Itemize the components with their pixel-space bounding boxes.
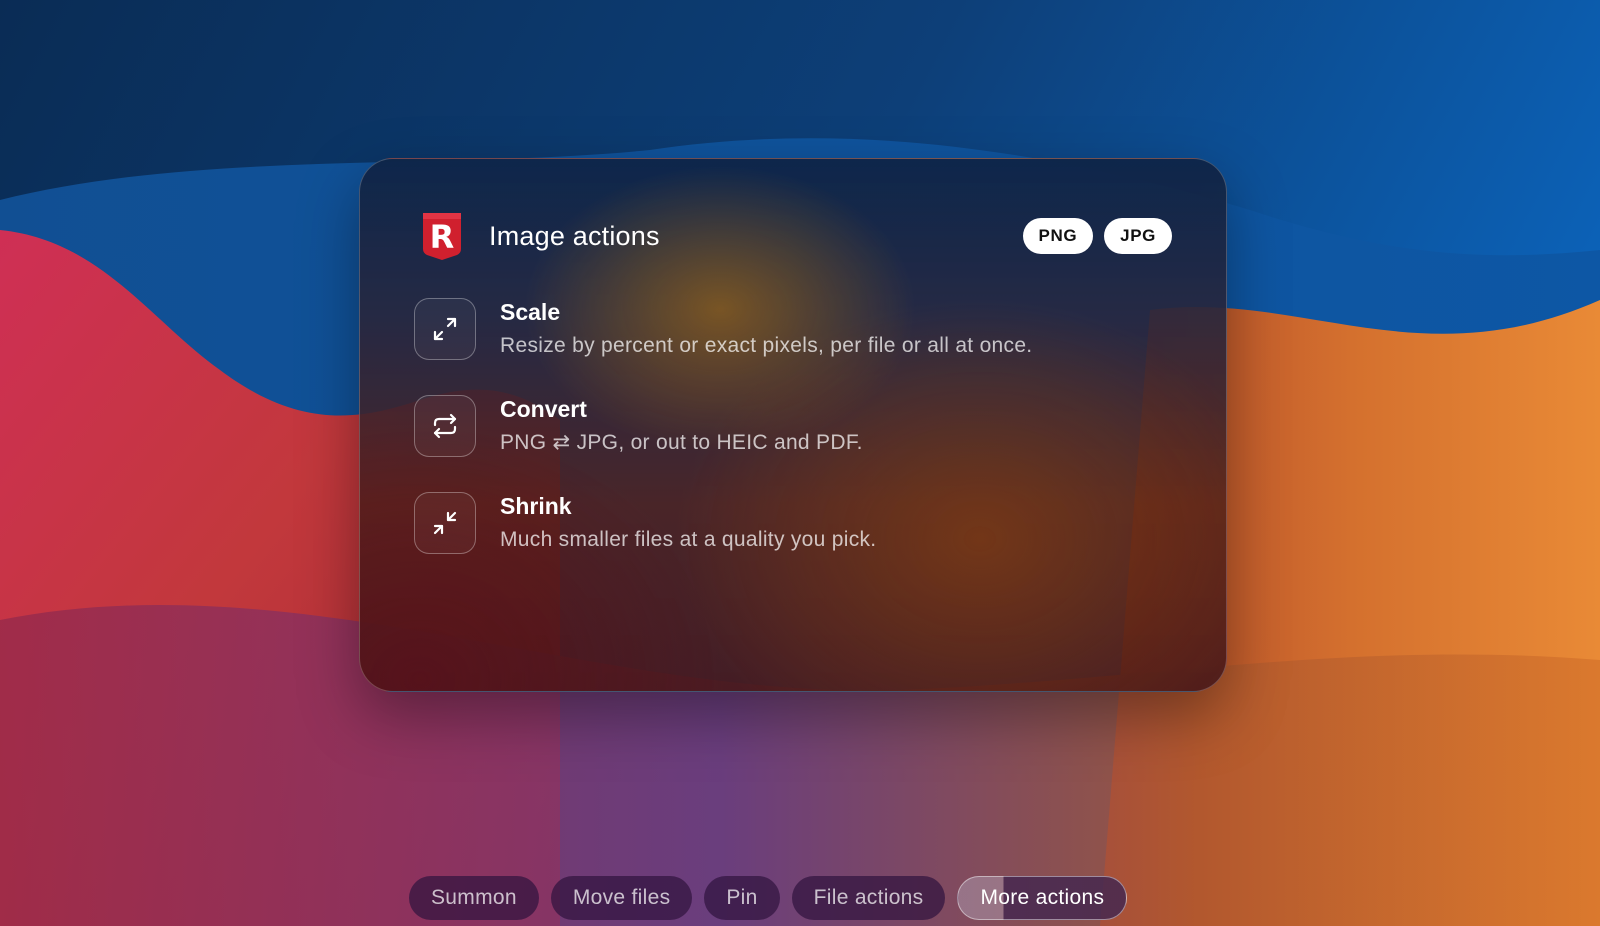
- action-title: Shrink: [500, 493, 572, 519]
- panel-title: Image actions: [489, 220, 660, 251]
- action-shrink[interactable]: Shrink Much smaller files at a quality y…: [414, 490, 1186, 556]
- bottom-nav: Summon Move files Pin File actions More …: [409, 876, 1128, 920]
- tab-summon[interactable]: Summon: [409, 876, 539, 920]
- action-description: Much smaller files at a quality you pick…: [500, 528, 877, 551]
- action-scale-text: Scale Resize by percent or exact pixels,…: [500, 297, 1032, 361]
- expand-arrows-icon: [414, 298, 476, 360]
- action-title: Convert: [500, 396, 587, 422]
- shrink-arrows-icon: [414, 492, 476, 554]
- action-description: PNG ⇄ JPG, or out to HEIC and PDF.: [500, 431, 863, 454]
- action-shrink-text: Shrink Much smaller files at a quality y…: [500, 491, 876, 555]
- app-logo-icon: R: [423, 213, 461, 260]
- tab-pin[interactable]: Pin: [704, 876, 780, 920]
- format-badges: PNG JPG: [1022, 218, 1172, 254]
- format-badge-png[interactable]: PNG: [1022, 218, 1094, 254]
- action-list: Scale Resize by percent or exact pixels,…: [414, 296, 1186, 587]
- tab-move-files[interactable]: Move files: [550, 876, 693, 920]
- action-convert-text: Convert PNG ⇄ JPG, or out to HEIC and PD…: [500, 394, 863, 458]
- action-convert[interactable]: Convert PNG ⇄ JPG, or out to HEIC and PD…: [414, 393, 1186, 459]
- format-badge-jpg[interactable]: JPG: [1104, 218, 1172, 254]
- image-actions-panel: R Image actions PNG JPG Scale Resize by …: [359, 158, 1227, 692]
- action-title: Scale: [500, 299, 561, 325]
- swap-arrows-icon: [414, 395, 476, 457]
- tab-more-actions[interactable]: More actions: [957, 876, 1128, 920]
- action-scale[interactable]: Scale Resize by percent or exact pixels,…: [414, 296, 1186, 362]
- action-description: Resize by percent or exact pixels, per f…: [500, 334, 1033, 357]
- tab-file-actions[interactable]: File actions: [791, 876, 946, 920]
- panel-header: R Image actions PNG JPG: [420, 211, 1172, 261]
- svg-text:R: R: [430, 218, 455, 256]
